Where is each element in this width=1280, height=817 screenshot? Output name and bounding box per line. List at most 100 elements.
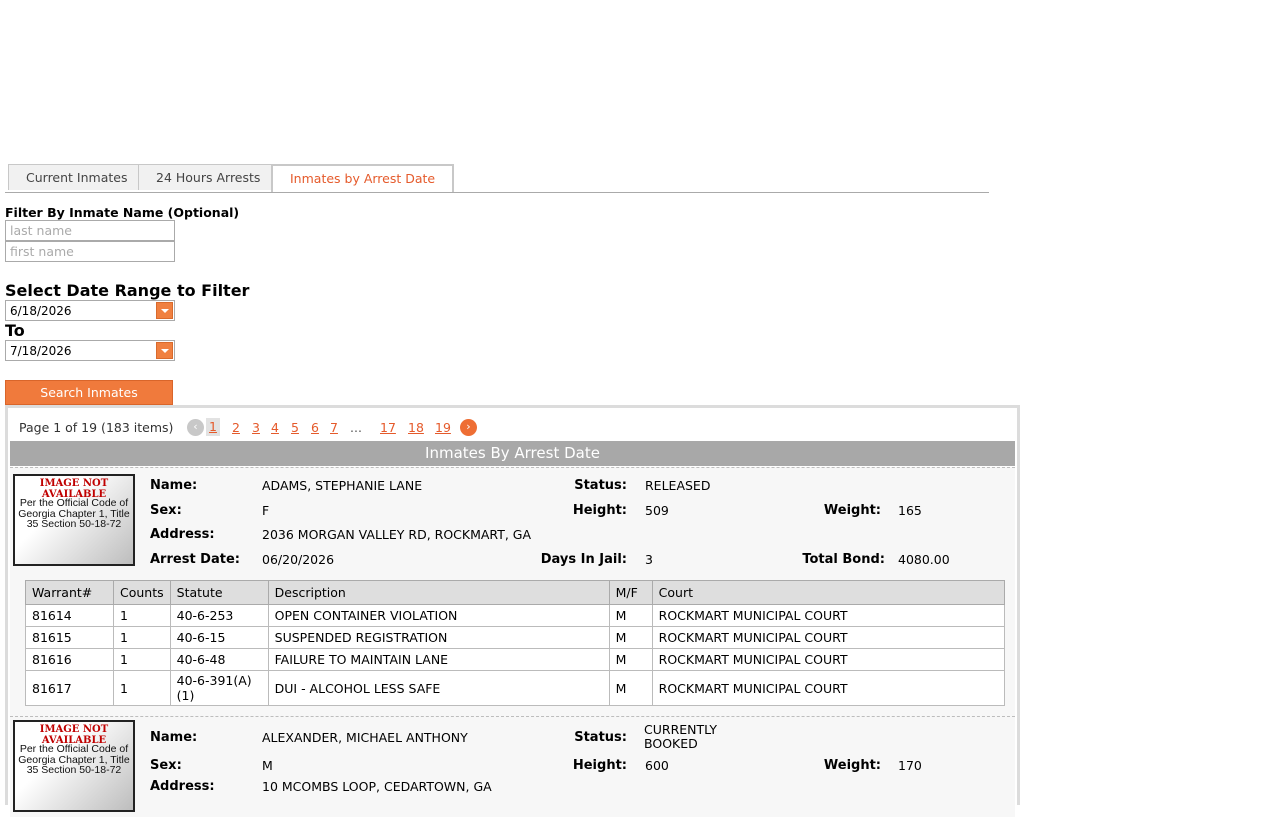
inmate-weight: 170 [898, 758, 922, 773]
page-link[interactable]: 4 [271, 420, 279, 435]
address-label: Address: [150, 527, 215, 542]
col-mf: M/F [608, 580, 653, 605]
description: SUSPENDED REGISTRATION [267, 626, 610, 649]
page-link[interactable]: 7 [330, 420, 338, 435]
inmate-status: RELEASED [645, 478, 711, 493]
court: ROCKMART MUNICIPAL COURT [651, 648, 1006, 671]
inmate-record: IMAGE NOT AVAILABLE Per the Official Cod… [10, 467, 1015, 718]
table-row: 81617 1 40-6-391(A)(1) DUI - ALCOHOL LES… [25, 670, 1006, 706]
table-row: 81614 1 40-6-253 OPEN CONTAINER VIOLATIO… [25, 604, 1006, 627]
counts: 1 [113, 604, 171, 627]
statute: 40-6-48 [169, 648, 269, 671]
description: OPEN CONTAINER VIOLATION [267, 604, 610, 627]
inmate-record: IMAGE NOT AVAILABLE Per the Official Cod… [10, 716, 1015, 817]
mf: M [608, 670, 653, 706]
chevron-down-icon[interactable] [156, 342, 173, 359]
statute: 40-6-391(A)(1) [169, 670, 269, 706]
address-label: Address: [150, 779, 215, 794]
page-link[interactable]: 3 [252, 420, 260, 435]
status-label: Status: [574, 478, 627, 493]
statute: 40-6-15 [169, 626, 269, 649]
status-label: Status: [574, 730, 627, 745]
end-date-value: 7/18/2026 [10, 344, 72, 358]
chevron-down-icon[interactable] [156, 302, 173, 319]
to-label: To [5, 321, 25, 340]
table-row: 81615 1 40-6-15 SUSPENDED REGISTRATION M… [25, 626, 1006, 649]
days-in-jail-label: Days In Jail: [540, 552, 627, 567]
inmates-grid: Page 1 of 19 (183 items) ‹ 1 2 3 4 5 6 7… [5, 405, 1020, 817]
name-label: Name: [150, 478, 198, 493]
pager-info: Page 1 of 19 (183 items) [19, 420, 174, 435]
days-in-jail: 3 [645, 552, 653, 567]
col-warrant: Warrant# [25, 580, 114, 605]
court: ROCKMART MUNICIPAL COURT [651, 626, 1006, 649]
filter-name-label: Filter By Inmate Name (Optional) [5, 205, 240, 220]
page-link[interactable]: 1 [206, 418, 220, 436]
table-row: 81616 1 40-6-48 FAILURE TO MAINTAIN LANE… [25, 648, 1006, 671]
page-link[interactable]: 19 [435, 420, 451, 435]
weight-label: Weight: [823, 503, 881, 518]
warrants-header-row: Warrant# Counts Statute Description M/F … [25, 580, 1006, 605]
page-link[interactable]: 5 [291, 420, 299, 435]
col-counts: Counts [113, 580, 171, 605]
pager-ellipsis[interactable]: ... [350, 420, 362, 435]
first-name-input[interactable] [5, 241, 175, 262]
sex-label: Sex: [150, 758, 182, 773]
inmate-address: 10 MCOMBS LOOP, CEDARTOWN, GA [262, 779, 492, 794]
inmate-height: 600 [645, 758, 669, 773]
weight-label: Weight: [823, 758, 881, 773]
height-label: Height: [572, 503, 627, 518]
end-date-picker[interactable]: 7/18/2026 [5, 340, 175, 361]
total-bond: 4080.00 [898, 552, 950, 567]
start-date-picker[interactable]: 6/18/2026 [5, 300, 175, 321]
warrant-number: 81617 [25, 670, 114, 706]
arrest-date: 06/20/2026 [262, 552, 335, 567]
col-statute: Statute [169, 580, 269, 605]
tab-inmates-by-arrest-date[interactable]: Inmates by Arrest Date [271, 164, 455, 192]
mf: M [608, 648, 653, 671]
counts: 1 [113, 626, 171, 649]
inmate-weight: 165 [898, 503, 922, 518]
inmate-name: ALEXANDER, MICHAEL ANTHONY [262, 730, 468, 745]
warrant-number: 81616 [25, 648, 114, 671]
total-bond-label: Total Bond: [802, 552, 885, 567]
sex-label: Sex: [150, 503, 182, 518]
inmate-sex: M [262, 758, 273, 773]
georgia-code-text: Per the Official Code of Georgia Chapter… [18, 497, 130, 530]
mf: M [608, 604, 653, 627]
warrant-number: 81614 [25, 604, 114, 627]
grid-title: Inmates By Arrest Date [10, 441, 1015, 466]
page-link[interactable]: 18 [408, 420, 424, 435]
date-range-heading: Select Date Range to Filter [5, 281, 250, 300]
page-link[interactable]: 6 [311, 420, 319, 435]
court: ROCKMART MUNICIPAL COURT [651, 604, 1006, 627]
height-label: Height: [572, 758, 627, 773]
page-link[interactable]: 2 [232, 420, 240, 435]
col-description: Description [267, 580, 610, 605]
georgia-code-text: Per the Official Code of Georgia Chapter… [18, 743, 130, 776]
counts: 1 [113, 670, 171, 706]
tab-strip: Current Inmates 24 Hours Arrests Inmates… [5, 164, 989, 193]
mf: M [608, 626, 653, 649]
last-name-input[interactable] [5, 220, 175, 241]
next-page-icon[interactable]: › [460, 419, 477, 436]
inmate-photo-placeholder: IMAGE NOT AVAILABLE Per the Official Cod… [13, 720, 135, 812]
inmate-status: CURRENTLY BOOKED [644, 722, 718, 751]
inmate-sex: F [262, 503, 270, 518]
court: ROCKMART MUNICIPAL COURT [651, 670, 1006, 706]
warrant-number: 81615 [25, 626, 114, 649]
arrest-date-label: Arrest Date: [150, 552, 240, 567]
col-court: Court [651, 580, 1006, 605]
tab-24-hours-arrests[interactable]: 24 Hours Arrests [138, 164, 279, 190]
tab-current-inmates[interactable]: Current Inmates [8, 164, 146, 190]
inmate-address: 2036 MORGAN VALLEY RD, ROCKMART, GA [262, 527, 532, 542]
page-link[interactable]: 17 [380, 420, 396, 435]
search-inmates-button[interactable]: Search Inmates [5, 380, 173, 405]
counts: 1 [113, 648, 171, 671]
description: DUI - ALCOHOL LESS SAFE [267, 670, 610, 706]
name-label: Name: [150, 730, 198, 745]
description: FAILURE TO MAINTAIN LANE [267, 648, 610, 671]
previous-page-icon[interactable]: ‹ [187, 419, 204, 436]
inmate-height: 509 [645, 503, 669, 518]
inmate-name: ADAMS, STEPHANIE LANE [262, 478, 423, 493]
